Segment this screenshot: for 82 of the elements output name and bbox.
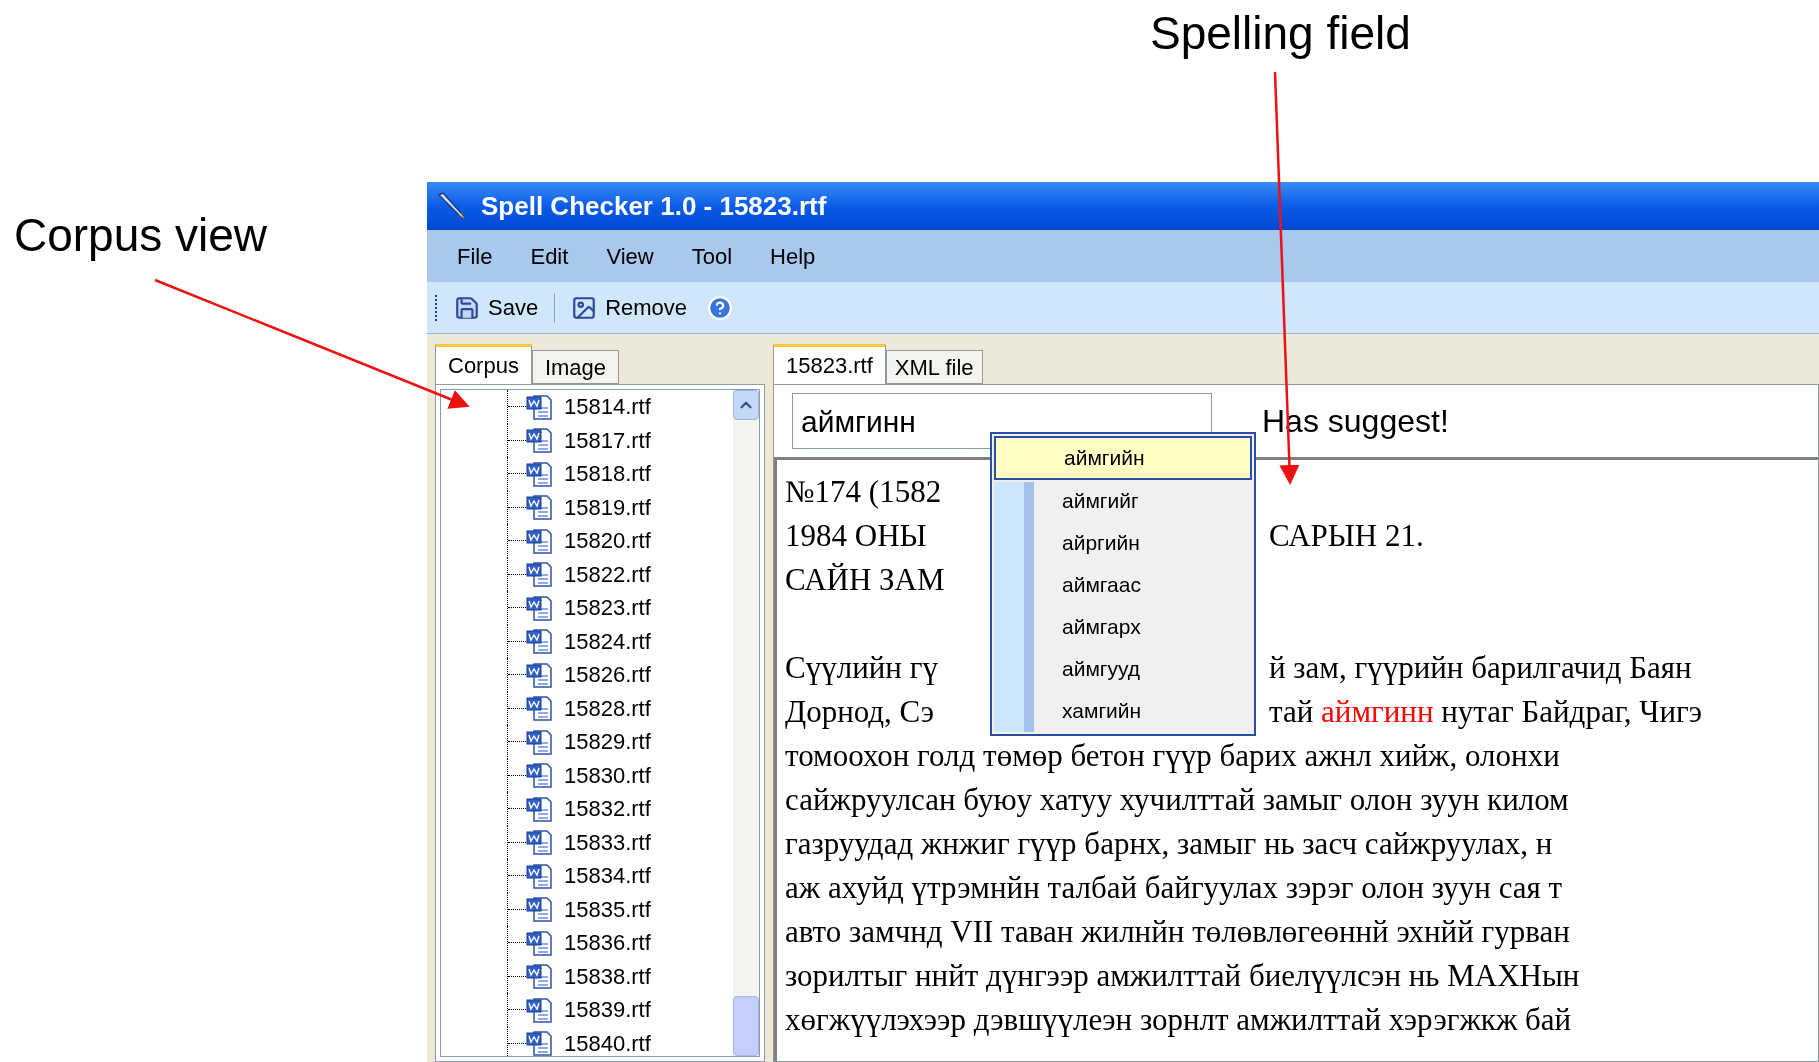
corpus-file-name[interactable]: 15822.rtf (564, 557, 651, 591)
text-line: й зам, гүүрийн барилгачид Баян (1269, 649, 1692, 687)
document-icon (526, 561, 552, 588)
text-line: тай (1269, 693, 1315, 731)
document-icon (526, 963, 552, 990)
corpus-file-name[interactable]: 15835.rtf (564, 892, 651, 926)
text-line: №174 (1582 (785, 474, 942, 509)
text-line: авто замчнд VII таван жилнйн төлөвлөгеөннй эхнйй гурван (785, 913, 1570, 951)
text-line: Дорнод, Сэ (785, 694, 934, 729)
tab[interactable]: 15823.rtf (773, 344, 886, 384)
corpus-file-name[interactable]: 15833.rtf (564, 825, 651, 859)
menu-item[interactable]: Tool (691, 239, 733, 273)
scroll-up-button[interactable] (733, 390, 759, 420)
document-icon (526, 460, 552, 487)
document-icon (526, 929, 552, 956)
suggestion-item[interactable]: аймгарх (994, 606, 1252, 648)
corpus-file-name[interactable]: 15819.rtf (564, 490, 651, 524)
text-line: зорилтыг ннйт дүнгээр амжилттай биелүүлсэн нь МАХНын (785, 957, 1580, 995)
pencil-icon (435, 189, 469, 223)
text-line: САЙН ЗАМ (785, 562, 945, 597)
text-line: газруудад жнжиг гүүр барнх, замыг нь засч сайжруулах, н (785, 825, 1553, 863)
corpus-file-name[interactable]: 15829.rtf (564, 725, 651, 759)
text-line: сайжруулсан буюу хатуу хучилттай замыг олон зуун килом (785, 781, 1569, 819)
corpus-file-name[interactable]: 15824.rtf (564, 624, 651, 658)
suggestion-item[interactable]: аймгийн (994, 436, 1252, 480)
text-line: аж ахуйд үтрэмнйн талбай байгуулах зэрэг олон зуун сая т (785, 869, 1563, 907)
document-icon (526, 594, 552, 621)
tab[interactable]: Corpus (435, 344, 532, 384)
scrollbar[interactable] (733, 390, 759, 1056)
document-icon (526, 494, 552, 521)
suggestion-item[interactable]: айргийн (994, 522, 1252, 564)
misspelled-word: аймгинн (1321, 693, 1434, 731)
tab[interactable]: Image (531, 350, 620, 384)
document-icon (526, 728, 552, 755)
document-icon (526, 393, 552, 420)
suggestion-item[interactable]: аймгууд (994, 648, 1252, 690)
corpus-file-name[interactable]: 15818.rtf (564, 457, 651, 491)
corpus-file-name[interactable]: 15836.rtf (564, 926, 651, 960)
document-icon (526, 661, 552, 688)
document-icon (526, 695, 552, 722)
document-icon (526, 896, 552, 923)
text-line: нутаг Байдраг, Чигэ (1440, 693, 1703, 731)
corpus-file-name[interactable]: 15823.rtf (564, 591, 651, 625)
corpus-file-name[interactable]: 15838.rtf (564, 959, 651, 993)
menu-item[interactable]: View (606, 239, 654, 273)
corpus-file-name[interactable]: 15834.rtf (564, 859, 651, 893)
document-icon (526, 795, 552, 822)
document-icon (526, 628, 552, 655)
document-icon (526, 762, 552, 789)
menu-item[interactable]: File (457, 239, 493, 273)
document-icon (526, 527, 552, 554)
suggestion-item[interactable]: хамгийн (994, 690, 1252, 732)
document-icon (526, 996, 552, 1023)
corpus-file-name[interactable]: 15826.rtf (564, 658, 651, 692)
corpus-file-name[interactable]: 15830.rtf (564, 758, 651, 792)
text-line: хөгжүүлэхээр дэвшүүлеэн зорнлт амжилттай хэрэгжкж бай (785, 1001, 1572, 1039)
corpus-file-name[interactable]: 15832.rtf (564, 792, 651, 826)
text-line: Сүүлийн гү (785, 650, 938, 685)
document-icon (526, 1030, 552, 1056)
document-icon (526, 829, 552, 856)
tab[interactable]: XML file (885, 350, 983, 384)
text-line: томоохон голд төмөр бетон гүүр барих ажнл хийж, олонхи (785, 737, 1560, 775)
corpus-file-name[interactable]: 15828.rtf (564, 691, 651, 725)
corpus-file-name[interactable]: 15839.rtf (564, 993, 651, 1027)
corpus-file-name[interactable]: 15817.rtf (564, 423, 651, 457)
toolbar-button[interactable]: Remove (567, 291, 692, 324)
document-icon (526, 862, 552, 889)
menu-item[interactable]: Help (770, 239, 816, 273)
toolbar-button[interactable]: Save (450, 291, 543, 324)
help-icon (707, 294, 734, 321)
suggestion-item[interactable]: аймгаас (994, 564, 1252, 606)
text-line: 1984 ОНЫ (785, 518, 927, 553)
window-title: Spell Checker 1.0 - 15823.rtf (481, 189, 827, 223)
text-line: САРЫН 21. (1269, 517, 1424, 555)
corpus-file-name[interactable]: 15820.rtf (564, 524, 651, 558)
picture-icon (571, 294, 598, 321)
corpus-file-name[interactable]: 15840.rtf (564, 1026, 651, 1056)
menu-item[interactable]: Edit (530, 239, 569, 273)
document-icon (526, 427, 552, 454)
suggestion-item[interactable]: аймгийг (994, 480, 1252, 522)
corpus-file-name[interactable]: 15814.rtf (564, 390, 651, 424)
scroll-thumb[interactable] (733, 996, 759, 1056)
